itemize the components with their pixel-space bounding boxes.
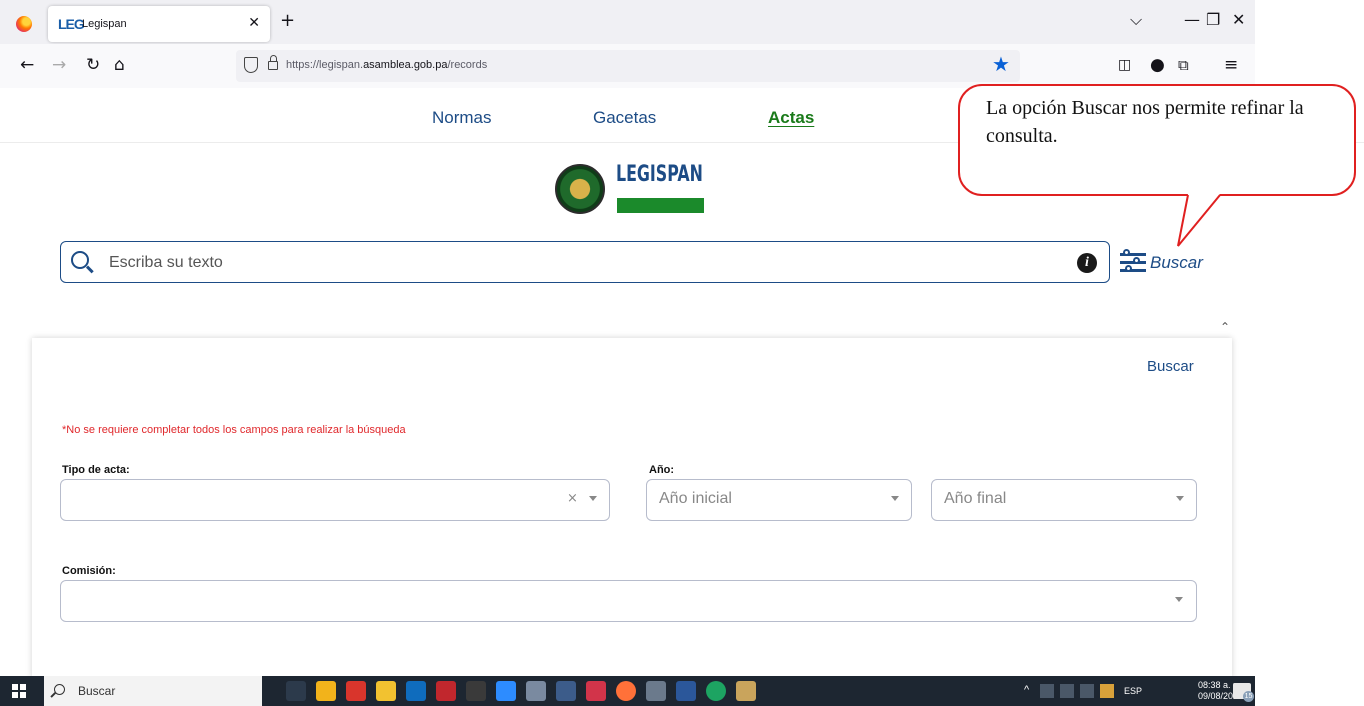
anio-label: Año: bbox=[649, 464, 675, 476]
firefox-taskbar-icon[interactable] bbox=[616, 681, 636, 701]
taskbar-search-text: Buscar bbox=[78, 684, 116, 698]
outlook-icon[interactable] bbox=[406, 681, 426, 701]
notification-count: 15 bbox=[1243, 691, 1254, 702]
extensions-icon[interactable]: ⧉ bbox=[1178, 56, 1189, 74]
clear-x-icon[interactable]: × bbox=[567, 491, 578, 506]
word-icon[interactable] bbox=[676, 681, 696, 701]
url-bar[interactable]: https://legispan.asamblea.gob.pa/records bbox=[236, 50, 1020, 82]
file-explorer-icon[interactable] bbox=[376, 681, 396, 701]
tray-chevron-up-icon[interactable]: ^ bbox=[1024, 684, 1029, 696]
account-icon[interactable]: ● bbox=[1150, 56, 1165, 74]
browser-tab[interactable]: LEG Legispan ✕ bbox=[48, 6, 270, 42]
card-buscar-button[interactable]: Buscar bbox=[1147, 358, 1194, 375]
tray-app-icon[interactable] bbox=[1100, 684, 1114, 698]
app-icon[interactable] bbox=[736, 681, 756, 701]
tab-favicon: LEG bbox=[58, 16, 85, 32]
info-icon[interactable]: i bbox=[1077, 253, 1097, 273]
tipo-acta-label: Tipo de acta: bbox=[62, 464, 130, 476]
search-icon bbox=[54, 684, 65, 695]
anio-inicial-select[interactable]: Año inicial bbox=[646, 479, 912, 521]
pdf-app-icon[interactable] bbox=[346, 681, 366, 701]
new-tab-plus-icon[interactable]: + bbox=[280, 12, 295, 30]
logo-green-bar bbox=[617, 198, 704, 213]
task-view-icon[interactable] bbox=[286, 681, 306, 701]
network-icon[interactable] bbox=[1060, 684, 1074, 698]
tab-title: Legispan bbox=[82, 18, 127, 30]
windows-taskbar: Buscar ^ ESP 08:38 a. m. 09/08/2023 15 bbox=[0, 676, 1255, 706]
callout-tail bbox=[1177, 194, 1221, 247]
app-icon[interactable] bbox=[526, 681, 546, 701]
app-icon[interactable] bbox=[556, 681, 576, 701]
url-text[interactable]: https://legispan.asamblea.gob.pa/records bbox=[286, 59, 487, 71]
nav-actas[interactable]: Actas bbox=[768, 108, 814, 128]
chevron-down-icon bbox=[1175, 597, 1183, 602]
chrome-icon[interactable] bbox=[706, 681, 726, 701]
collapse-chevron-up-icon[interactable]: ⌃ bbox=[1220, 320, 1230, 334]
shield-icon[interactable] bbox=[244, 57, 258, 73]
legispan-logo-text: LEGISPAN bbox=[616, 162, 703, 187]
app-icon[interactable] bbox=[646, 681, 666, 701]
pocket-icon[interactable]: ◫ bbox=[1118, 56, 1131, 74]
anio-final-placeholder: Año final bbox=[944, 490, 1007, 507]
optional-fields-note: *No se requiere completar todos los camp… bbox=[62, 424, 406, 436]
restore-icon[interactable]: ❐ bbox=[1206, 12, 1220, 28]
zoom-icon[interactable] bbox=[496, 681, 516, 701]
filezilla-icon[interactable] bbox=[436, 681, 456, 701]
forward-icon[interactable]: → bbox=[52, 56, 66, 74]
firefox-logo-icon[interactable] bbox=[16, 16, 32, 32]
lock-icon[interactable] bbox=[268, 55, 278, 70]
menu-icon[interactable]: ≡ bbox=[1224, 56, 1238, 74]
language-indicator[interactable]: ESP bbox=[1124, 686, 1142, 696]
comision-select[interactable] bbox=[60, 580, 1197, 622]
app-icon[interactable] bbox=[316, 681, 336, 701]
chevron-down-icon bbox=[1176, 496, 1184, 501]
app-icon[interactable] bbox=[466, 681, 486, 701]
national-seal-logo bbox=[555, 164, 605, 214]
chevron-down-icon bbox=[891, 496, 899, 501]
reload-icon[interactable]: ↻ bbox=[86, 56, 100, 74]
bookmark-star-icon[interactable]: ★ bbox=[992, 52, 1010, 76]
window-close-icon[interactable]: ✕ bbox=[1232, 12, 1245, 28]
windows-start-icon[interactable] bbox=[12, 684, 26, 698]
search-input[interactable]: Escriba su texto bbox=[60, 241, 1110, 283]
tab-close-icon[interactable]: ✕ bbox=[248, 15, 260, 31]
nav-normas[interactable]: Normas bbox=[432, 108, 492, 128]
minimize-icon[interactable]: — bbox=[1184, 12, 1200, 28]
anio-inicial-placeholder: Año inicial bbox=[659, 490, 732, 507]
buscar-advanced-link[interactable]: Buscar bbox=[1150, 253, 1203, 273]
callout-text: La opción Buscar nos permite refinar la … bbox=[986, 97, 1304, 147]
chevron-down-icon bbox=[589, 496, 597, 501]
tab-list-chevron-down-icon[interactable]: ⌵ bbox=[1130, 12, 1142, 28]
anio-final-select[interactable]: Año final bbox=[931, 479, 1197, 521]
browser-tab-bar: LEG Legispan ✕ + ⌵ — ❐ ✕ bbox=[0, 0, 1255, 44]
taskbar-search[interactable]: Buscar bbox=[44, 676, 262, 706]
tray-app-icon[interactable] bbox=[1040, 684, 1054, 698]
filter-icon[interactable] bbox=[1120, 249, 1146, 275]
home-icon[interactable]: ⌂ bbox=[114, 56, 125, 74]
back-icon[interactable]: ← bbox=[20, 56, 34, 74]
volume-icon[interactable] bbox=[1080, 684, 1094, 698]
tipo-acta-select[interactable]: × bbox=[60, 479, 610, 521]
search-icon bbox=[71, 251, 89, 269]
notification-center-icon[interactable]: 15 bbox=[1233, 683, 1254, 702]
search-placeholder: Escriba su texto bbox=[109, 254, 223, 271]
nav-gacetas[interactable]: Gacetas bbox=[593, 108, 656, 128]
comision-label: Comisión: bbox=[62, 565, 116, 577]
app-icon[interactable] bbox=[586, 681, 606, 701]
